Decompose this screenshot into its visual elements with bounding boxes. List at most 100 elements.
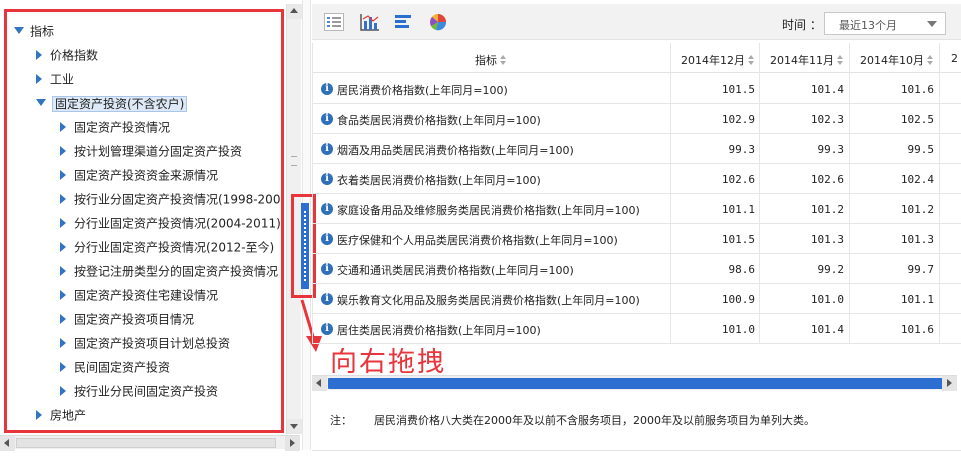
bar-chart-icon[interactable] <box>360 13 380 31</box>
tree-item[interactable]: 固定资产投资项目计划总投资 <box>54 333 230 353</box>
tree-item[interactable]: 分行业固定资产投资情况(2004-2011) <box>54 213 280 233</box>
expand-right-icon[interactable] <box>60 169 66 180</box>
tree-item-label: 价格指数 <box>50 48 99 63</box>
tree-item[interactable]: 价格指数 <box>36 45 98 65</box>
info-icon[interactable]: i <box>321 113 333 125</box>
table-cell-value: 101.3 <box>900 233 934 246</box>
info-icon[interactable]: i <box>321 203 333 215</box>
table-cell-value: 99.5 <box>907 143 935 156</box>
row-indicator-name: 娱乐教育文化用品及服务类居民消费价格指数(上年同月=100) <box>337 294 640 307</box>
expand-right-icon[interactable] <box>36 409 42 420</box>
info-icon[interactable]: i <box>321 323 333 335</box>
table-row[interactable]: i 医疗保健和个人用品类居民消费价格指数(上年同月=100) 101.5 101.3 1… <box>312 224 961 254</box>
expand-right-icon[interactable] <box>60 289 66 300</box>
tree-item-label: 民间固定资产投资 <box>74 360 171 375</box>
table-cell-value: 101.5 <box>721 233 755 246</box>
column-divider <box>939 43 940 343</box>
expand-right-icon[interactable] <box>60 361 66 372</box>
tree-item-label: 固定资产投资项目计划总投资 <box>74 336 231 351</box>
expand-right-icon[interactable] <box>60 121 66 132</box>
sort-icon[interactable] <box>500 55 506 65</box>
tree-item[interactable]: 固定资产投资(不含农户) <box>36 93 188 113</box>
expand-right-icon[interactable] <box>36 73 42 84</box>
expand-right-icon[interactable] <box>60 265 66 276</box>
tree-item[interactable]: 固定资产投资资金来源情况 <box>54 165 218 185</box>
note-label: 注： <box>330 414 352 427</box>
tree-root[interactable]: 指标 <box>14 21 54 41</box>
table-cell-value: 100.9 <box>721 293 755 306</box>
tree-item[interactable]: 民间固定资产投资 <box>54 357 170 377</box>
table-row[interactable]: i 烟酒及用品类居民消费价格指数(上年同月=100) 99.3 99.3 99.5 <box>312 134 961 164</box>
tree-item[interactable]: 固定资产投资住宅建设情况 <box>54 285 218 305</box>
expand-right-icon[interactable] <box>36 49 42 60</box>
tree-horizontal-scrollbar[interactable] <box>0 435 300 451</box>
table-cell-value: 101.0 <box>721 323 755 336</box>
table-view-icon[interactable] <box>324 13 344 31</box>
sort-icon[interactable] <box>837 55 843 65</box>
row-indicator-name: 医疗保健和个人用品类居民消费价格指数(上年同月=100) <box>337 234 618 247</box>
table-row[interactable]: i 交通和通讯类居民消费价格指数(上年同月=100) 98.6 99.2 99.7 <box>312 254 961 284</box>
expand-right-icon[interactable] <box>60 313 66 324</box>
scroll-right-button[interactable] <box>942 376 957 391</box>
table-row[interactable]: i 居民消费价格指数(上年同月=100) 101.5 101.4 101.6 <box>312 74 961 104</box>
row-indicator-name: 烟酒及用品类居民消费价格指数(上年同月=100) <box>337 144 574 157</box>
column-header-date-3[interactable]: 2014年10月 <box>860 52 933 68</box>
table-row[interactable]: i 食品类居民消费价格指数(上年同月=100) 102.9 102.3 102.5 <box>312 104 961 134</box>
table-row[interactable]: i 居住类居民消费价格指数(上年同月=100) 101.0 101.4 101.6 <box>312 314 961 344</box>
tree-item-label: 房地产 <box>50 408 87 423</box>
pie-chart-icon[interactable] <box>428 13 448 31</box>
tree-item-label: 固定资产投资资金来源情况 <box>74 168 219 183</box>
sort-icon[interactable] <box>927 55 933 65</box>
expand-right-icon[interactable] <box>60 217 66 228</box>
tree-scroll-right-button[interactable] <box>285 436 300 451</box>
time-range-select[interactable]: 最近13个月 <box>824 12 946 35</box>
column-header-date-2[interactable]: 2014年11月 <box>770 52 843 68</box>
scroll-up-button[interactable] <box>287 4 302 19</box>
expand-down-icon <box>14 27 24 34</box>
tree-scroll-left-button[interactable] <box>0 436 15 451</box>
tree-item[interactable]: 按计划管理渠道分固定资产投资 <box>54 141 242 161</box>
info-icon[interactable]: i <box>321 263 333 275</box>
expand-right-icon[interactable] <box>60 241 66 252</box>
table-horizontal-scrollbar[interactable] <box>312 375 957 391</box>
divider <box>312 450 961 451</box>
column-header-indicator[interactable]: 指标 <box>475 52 506 68</box>
expand-right-icon[interactable] <box>60 145 66 156</box>
table-row[interactable]: i 娱乐教育文化用品及服务类居民消费价格指数(上年同月=100) 100.9 101.… <box>312 284 961 314</box>
column-divider <box>849 43 850 343</box>
table-cell-value: 102.3 <box>810 113 844 126</box>
scroll-left-button[interactable] <box>312 376 327 391</box>
table-row[interactable]: i 衣着类居民消费价格指数(上年同月=100) 102.6 102.6 102.4 <box>312 164 961 194</box>
info-icon[interactable]: i <box>321 293 333 305</box>
table-cell-value: 102.6 <box>721 173 755 186</box>
info-icon[interactable]: i <box>321 233 333 245</box>
time-range-value: 最近13个月 <box>839 19 897 32</box>
tree-item[interactable]: 固定资产投资情况 <box>54 117 170 137</box>
table-cell-value: 101.0 <box>810 293 844 306</box>
table-cell-value: 102.9 <box>721 113 755 126</box>
horizontal-bar-icon[interactable] <box>394 13 414 31</box>
expand-right-icon[interactable] <box>60 385 66 396</box>
table-row[interactable]: i 家庭设备用品及维修服务类居民消费价格指数(上年同月=100) 101.1 101.… <box>312 194 961 224</box>
column-header-date-4[interactable]: 2 <box>951 52 958 65</box>
sort-icon[interactable] <box>748 55 754 65</box>
expand-right-icon[interactable] <box>60 193 66 204</box>
scroll-down-button[interactable] <box>287 419 302 434</box>
column-header-date-1[interactable]: 2014年12月 <box>681 52 754 68</box>
column-divider <box>670 43 671 343</box>
expand-right-icon[interactable] <box>60 337 66 348</box>
tree-item[interactable]: 固定资产投资项目情况 <box>54 309 194 329</box>
info-icon[interactable]: i <box>321 173 333 185</box>
info-icon[interactable]: i <box>321 83 333 95</box>
tree-item-label: 按行业分固定资产投资情况(1998-2003 <box>74 192 280 207</box>
tree-item[interactable]: 按登记注册类型分的固定资产投资情况 <box>54 261 278 281</box>
tree-item[interactable]: 按行业分民间固定资产投资 <box>54 381 218 401</box>
table-scroll-thumb[interactable] <box>328 378 950 389</box>
tree-item[interactable]: 工业 <box>36 69 74 89</box>
tree-item[interactable]: 房地产 <box>36 405 86 425</box>
info-icon[interactable]: i <box>321 143 333 155</box>
tree-item[interactable]: 分行业固定资产投资情况(2012-至今) <box>54 237 274 257</box>
expand-down-icon[interactable] <box>36 99 46 106</box>
tree-scroll-thumb[interactable] <box>16 438 276 448</box>
tree-item[interactable]: 按行业分固定资产投资情况(1998-2003 <box>54 189 280 209</box>
